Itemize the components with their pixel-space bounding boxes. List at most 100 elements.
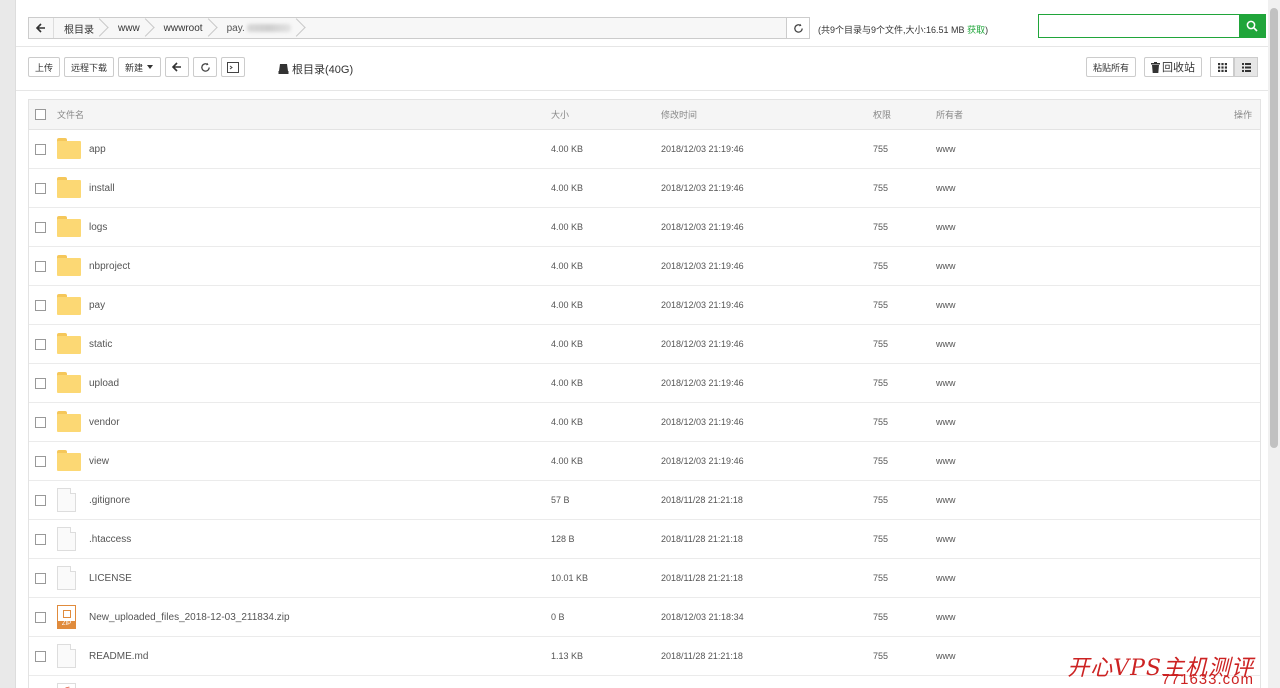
summary-get-link[interactable]: 获取 xyxy=(967,25,985,35)
table-row[interactable]: app 4.00 KB 2018/12/03 21:19:46 755 www xyxy=(29,130,1260,169)
row-checkbox[interactable] xyxy=(35,637,46,675)
disk-selector[interactable]: 根目录(40G) xyxy=(278,61,353,77)
path-refresh-button[interactable] xyxy=(786,18,809,38)
row-icon[interactable] xyxy=(57,520,76,558)
new-dropdown-button[interactable]: 新建 xyxy=(118,57,162,77)
row-checkbox[interactable] xyxy=(35,442,46,480)
row-icon[interactable] xyxy=(57,130,81,168)
header-size[interactable]: 大小 xyxy=(551,100,569,129)
row-icon[interactable] xyxy=(57,637,76,675)
file-name[interactable]: upload xyxy=(89,364,119,402)
permission[interactable]: 755 xyxy=(873,364,888,402)
grid-view-button[interactable] xyxy=(1210,57,1234,77)
table-row[interactable]: upload 4.00 KB 2018/12/03 21:19:46 755 www xyxy=(29,364,1260,403)
file-name[interactable]: nbproject xyxy=(89,247,130,285)
terminal-button[interactable] xyxy=(221,57,246,77)
file-name[interactable]: .gitignore xyxy=(89,481,130,519)
header-modified[interactable]: 修改时间 xyxy=(661,100,697,129)
permission[interactable]: 755 xyxy=(873,247,888,285)
table-row[interactable]: vendor 4.00 KB 2018/12/03 21:19:46 755 www xyxy=(29,403,1260,442)
breadcrumb-wwwroot[interactable]: wwwroot xyxy=(154,18,217,38)
search-button[interactable] xyxy=(1239,15,1265,37)
file-name[interactable]: New_uploaded_files_2018-12-03_211834.zip xyxy=(89,598,290,636)
permission[interactable]: 755 xyxy=(873,481,888,519)
row-icon[interactable] xyxy=(57,286,81,324)
row-checkbox[interactable] xyxy=(35,247,46,285)
table-row[interactable]: .gitignore 57 B 2018/11/28 21:21:18 755 www xyxy=(29,481,1260,520)
permission[interactable]: 755 xyxy=(873,130,888,168)
row-checkbox[interactable] xyxy=(35,169,46,207)
file-name[interactable]: view xyxy=(89,442,109,480)
recycle-bin-button[interactable]: 回收站 xyxy=(1144,57,1202,77)
permission[interactable]: 755 xyxy=(873,637,888,675)
row-icon[interactable] xyxy=(57,403,81,441)
permission[interactable]: 755 xyxy=(873,286,888,324)
table-row[interactable]: logs 4.00 KB 2018/12/03 21:19:46 755 www xyxy=(29,208,1260,247)
refresh-button[interactable] xyxy=(193,57,218,77)
search-input[interactable] xyxy=(1039,15,1239,37)
permission[interactable]: 755 xyxy=(873,559,888,597)
file-name[interactable]: README.md xyxy=(89,637,148,675)
row-icon[interactable]: ♫ xyxy=(57,676,76,688)
file-name[interactable]: vendor xyxy=(89,403,120,441)
row-icon[interactable] xyxy=(57,364,81,402)
permission[interactable]: 755 xyxy=(873,598,888,636)
file-name[interactable]: logs xyxy=(89,208,107,246)
row-checkbox[interactable] xyxy=(35,325,46,363)
permission[interactable]: 755 xyxy=(873,169,888,207)
row-checkbox[interactable] xyxy=(35,676,46,688)
file-name[interactable]: app xyxy=(89,130,106,168)
permission[interactable]: 755 xyxy=(873,442,888,480)
table-row[interactable]: LICENSE 10.01 KB 2018/11/28 21:21:18 755 www xyxy=(29,559,1260,598)
row-icon[interactable] xyxy=(57,247,81,285)
row-checkbox[interactable] xyxy=(35,598,46,636)
file-name[interactable]: LICENSE xyxy=(89,559,132,597)
permission[interactable]: 755 xyxy=(873,208,888,246)
table-row[interactable]: nbproject 4.00 KB 2018/12/03 21:19:46 755 ww… xyxy=(29,247,1260,286)
row-checkbox[interactable] xyxy=(35,364,46,402)
permission[interactable]: 755 xyxy=(873,403,888,441)
permission[interactable]: 755 xyxy=(873,676,888,688)
upload-button[interactable]: 上传 xyxy=(28,57,61,77)
scrollbar-thumb[interactable] xyxy=(1270,8,1278,448)
paste-all-button[interactable]: 粘贴所有 xyxy=(1085,57,1136,77)
breadcrumb-www[interactable]: www xyxy=(108,18,154,38)
page-scrollbar[interactable] xyxy=(1268,0,1280,688)
row-icon[interactable] xyxy=(57,481,76,519)
row-checkbox[interactable] xyxy=(35,208,46,246)
file-name[interactable]: .htaccess xyxy=(89,520,131,558)
permission[interactable]: 755 xyxy=(873,520,888,558)
row-checkbox[interactable] xyxy=(35,481,46,519)
row-icon[interactable]: ZIP xyxy=(57,598,76,636)
path-back-button[interactable] xyxy=(29,18,54,38)
row-icon[interactable] xyxy=(57,325,81,363)
list-view-button[interactable] xyxy=(1234,57,1258,77)
table-row[interactable]: static 4.00 KB 2018/12/03 21:19:46 755 www xyxy=(29,325,1260,364)
redacted-blur xyxy=(246,24,291,32)
row-icon[interactable] xyxy=(57,559,76,597)
table-row[interactable]: ZIP New_uploaded_files_2018-12-03_211834.… xyxy=(29,598,1260,637)
row-checkbox[interactable] xyxy=(35,559,46,597)
row-checkbox[interactable] xyxy=(35,403,46,441)
table-row[interactable]: .htaccess 128 B 2018/11/28 21:21:18 755 www xyxy=(29,520,1260,559)
row-checkbox[interactable] xyxy=(35,130,46,168)
row-icon[interactable] xyxy=(57,442,81,480)
select-all-checkbox[interactable] xyxy=(35,100,46,129)
row-checkbox[interactable] xyxy=(35,286,46,324)
breadcrumb-current[interactable]: pay. xyxy=(217,18,305,38)
breadcrumb-root[interactable]: 根目录 xyxy=(54,18,108,38)
permission[interactable]: 755 xyxy=(873,325,888,363)
file-name[interactable]: click.mp3 xyxy=(89,676,131,688)
table-row[interactable]: view 4.00 KB 2018/12/03 21:19:46 755 www xyxy=(29,442,1260,481)
table-row[interactable]: pay 4.00 KB 2018/12/03 21:19:46 755 www xyxy=(29,286,1260,325)
row-icon[interactable] xyxy=(57,169,81,207)
header-name[interactable]: 文件名 xyxy=(57,100,84,129)
back-button[interactable] xyxy=(165,57,190,77)
table-row[interactable]: install 4.00 KB 2018/12/03 21:19:46 755 www xyxy=(29,169,1260,208)
remote-download-button[interactable]: 远程下载 xyxy=(64,57,115,77)
file-name[interactable]: pay xyxy=(89,286,105,324)
row-icon[interactable] xyxy=(57,208,81,246)
file-name[interactable]: static xyxy=(89,325,112,363)
file-name[interactable]: install xyxy=(89,169,115,207)
row-checkbox[interactable] xyxy=(35,520,46,558)
